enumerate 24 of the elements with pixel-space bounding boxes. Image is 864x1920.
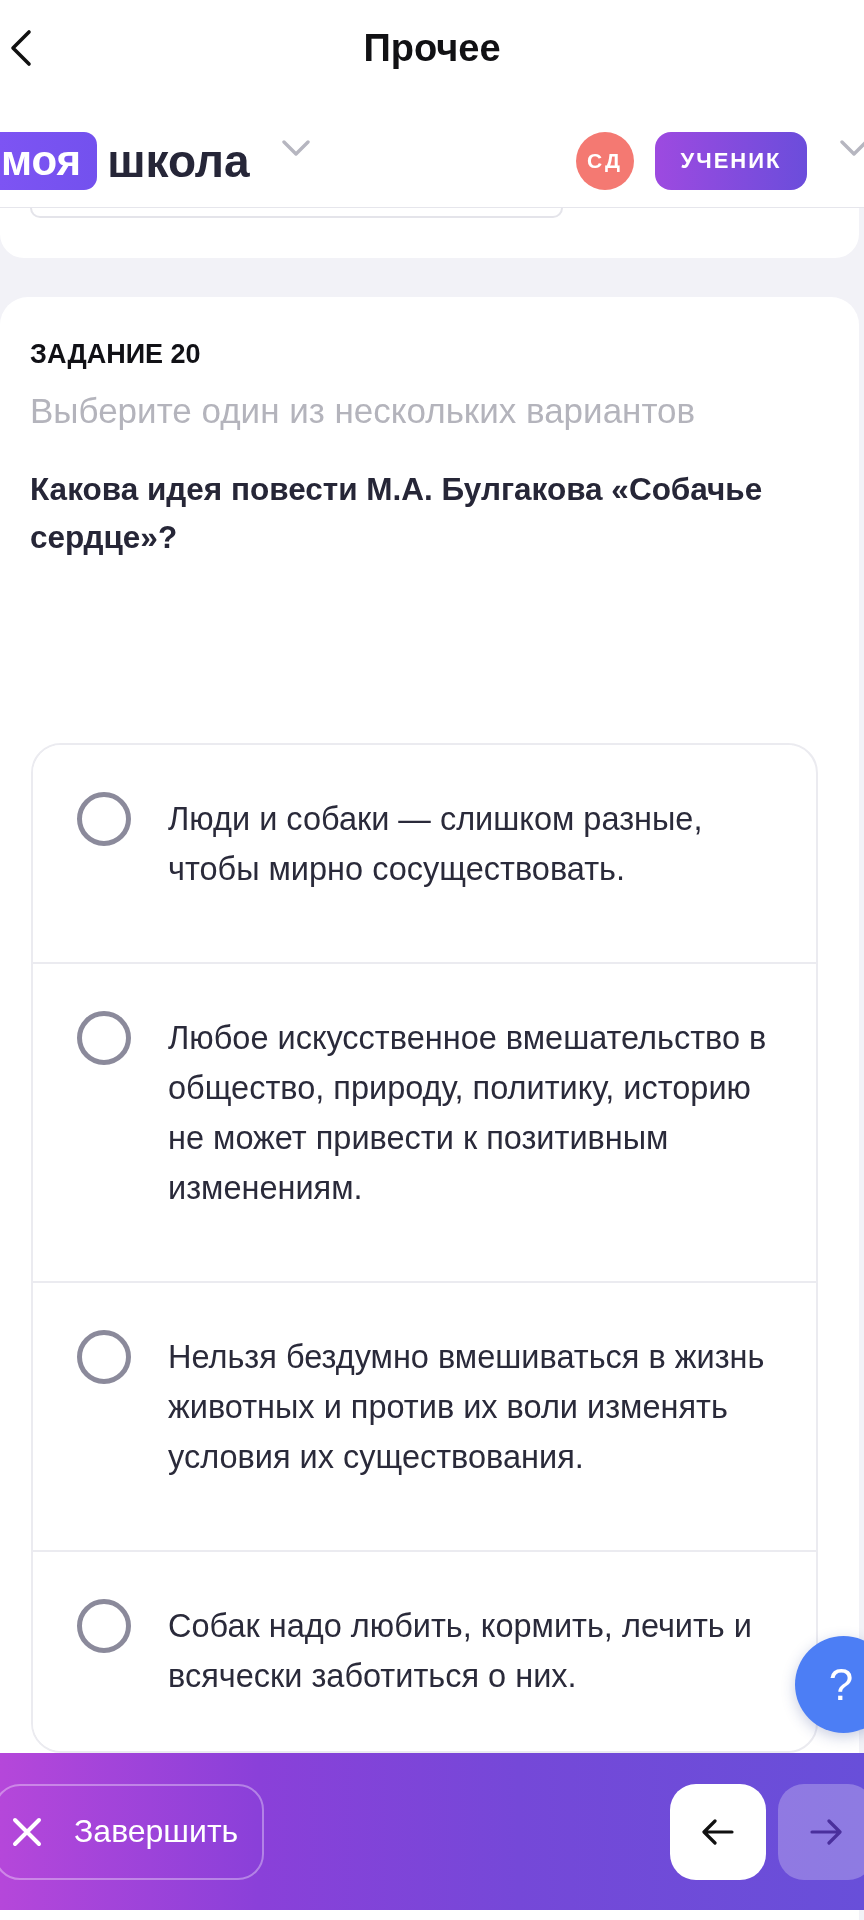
back-button[interactable] (8, 28, 34, 68)
role-button[interactable]: УЧЕНИК (655, 132, 807, 190)
option-text: Собак надо любить, кормить, лечить и всячески заботиться о них. (168, 1607, 753, 1696)
radio-button[interactable] (77, 1599, 131, 1653)
task-number: ЗАДАНИЕ 20 (30, 338, 201, 371)
task-instruction: Выберите один из нескольких вариантов (30, 390, 696, 432)
radio-button[interactable] (77, 792, 131, 846)
page-title: Прочее (363, 26, 501, 70)
logo-text: школа (107, 134, 250, 189)
radio-button[interactable] (77, 1330, 131, 1384)
left-arrow-icon (702, 1818, 734, 1845)
back-chevron-icon (10, 29, 32, 67)
radio-button[interactable] (77, 1011, 131, 1065)
right-arrow-icon (810, 1818, 842, 1845)
option-text: Люди и собаки — слишком разные, чтобы мирно сосуществовать. (168, 800, 704, 889)
logo-badge: моя (0, 132, 98, 190)
finish-button[interactable]: Завершить (0, 1783, 264, 1880)
dropdown-chevron-icon[interactable] (840, 140, 864, 156)
previous-button[interactable] (670, 1783, 766, 1880)
option-text: Любое искусственное вмешательство в общество, природу, политику, историю не может привести к позитивным изменениям. (168, 1019, 768, 1208)
close-icon (12, 1816, 42, 1847)
option-text: Нельзя бездумно вмешиваться в жизнь животных и против их воли изменять условия их существования. (168, 1338, 766, 1477)
question-text: Какова идея повести М.А. Булгакова «Собачье сердце»? (30, 470, 764, 557)
dropdown-chevron-icon[interactable] (281, 140, 310, 156)
